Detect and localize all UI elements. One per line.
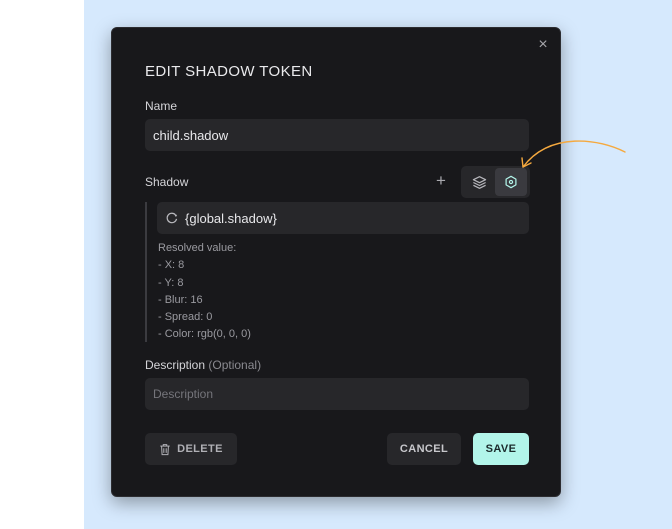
resolved-line-y: - Y: 8 xyxy=(158,276,184,289)
resolved-line-blur: - Blur: 16 xyxy=(158,293,203,306)
delete-button-label: DELETE xyxy=(177,443,223,455)
name-input[interactable]: child.shadow xyxy=(145,119,529,151)
resolved-line-color: - Color: rgb(0, 0, 0) xyxy=(158,328,251,341)
token-reference-icon xyxy=(166,212,178,224)
annotation-arrow-icon xyxy=(521,140,626,168)
resolved-line-x: - X: 8 xyxy=(158,259,185,272)
optional-hint: (Optional) xyxy=(208,358,262,372)
trash-icon xyxy=(160,443,170,455)
reference-indicator-bar xyxy=(145,202,147,342)
shadow-label: Shadow xyxy=(145,175,189,189)
save-button[interactable]: SAVE xyxy=(473,433,529,465)
description-placeholder: Description xyxy=(153,387,214,401)
resolved-line-spread: - Spread: 0 xyxy=(158,311,213,324)
dialog-title: EDIT SHADOW TOKEN xyxy=(145,63,313,80)
close-icon[interactable]: × xyxy=(536,37,550,53)
cancel-button[interactable]: CANCEL xyxy=(387,433,461,465)
shadow-reference-input[interactable]: {global.shadow} xyxy=(157,202,529,234)
layers-mode-button[interactable] xyxy=(463,168,495,196)
name-label: Name xyxy=(145,99,178,113)
layers-icon xyxy=(472,175,486,189)
add-shadow-button[interactable]: + xyxy=(434,172,448,189)
description-input[interactable]: Description xyxy=(145,378,529,410)
resolved-heading: Resolved value: xyxy=(158,242,237,254)
name-input-value: child.shadow xyxy=(153,127,229,143)
resolved-value: Resolved value: - X: 8 - Y: 8 - Blur: 16… xyxy=(158,240,251,344)
shadow-reference-value: {global.shadow} xyxy=(185,210,277,226)
hexagon-token-icon xyxy=(505,175,517,189)
description-label: Description (Optional) xyxy=(145,358,261,372)
edit-shadow-token-dialog: × EDIT SHADOW TOKEN Name child.shadow Sh… xyxy=(111,27,561,497)
delete-button[interactable]: DELETE xyxy=(145,433,237,465)
description-label-text: Description xyxy=(145,358,206,372)
